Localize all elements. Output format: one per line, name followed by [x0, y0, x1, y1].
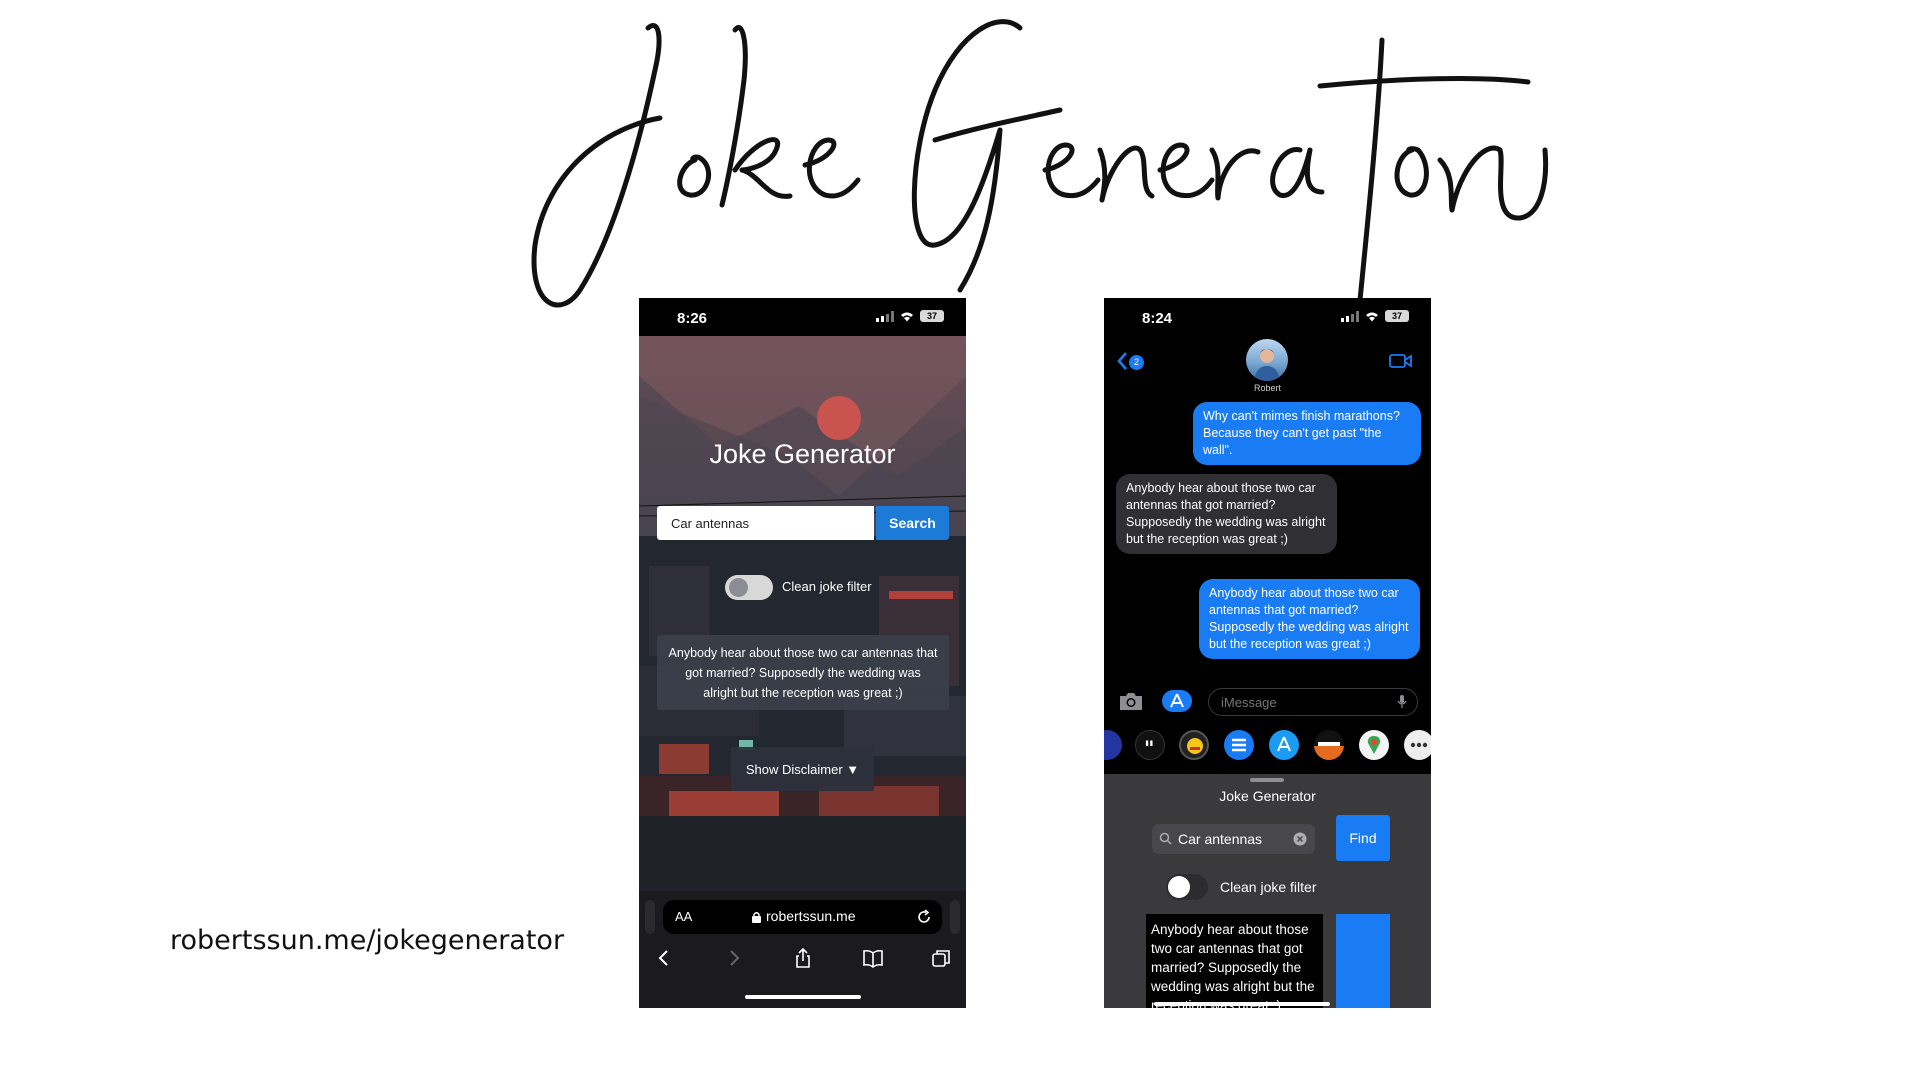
imessage-app-drawer: ": [1104, 726, 1431, 768]
lists-app-icon[interactable]: [1224, 730, 1254, 760]
search-icon: [1159, 832, 1172, 845]
home-indicator: [1154, 1002, 1330, 1006]
send-joke-button[interactable]: [1336, 914, 1390, 1008]
website-caption: robertssun.me/jokegenerator: [170, 925, 565, 956]
toggle-knob: [1168, 876, 1190, 898]
tabs-icon[interactable]: [930, 947, 952, 969]
title-letter-o2: [1394, 146, 1429, 198]
previous-tab-peek[interactable]: [645, 900, 655, 934]
joke-search-input[interactable]: [657, 506, 874, 540]
status-time: 8:24: [1142, 310, 1173, 327]
maps-app-icon[interactable]: [1359, 730, 1389, 760]
pixel-city-background: [639, 336, 966, 891]
conversation-header: 2 Robert: [1104, 336, 1431, 398]
app-store-drawer-icon[interactable]: [1162, 690, 1192, 712]
extension-search-value: Car antennas: [1178, 831, 1263, 847]
status-bar: 8:24 37: [1104, 298, 1431, 336]
forward-icon[interactable]: [723, 947, 745, 969]
web-app-phone-screenshot: 8:26 37 Joke Generator Car antennas Sear…: [639, 298, 966, 1008]
extension-search-field[interactable]: Car antennas: [1152, 824, 1315, 854]
lock-icon: [752, 912, 761, 923]
unread-count-badge[interactable]: 2: [1129, 355, 1144, 370]
show-disclaimer-button[interactable]: Show Disclaimer ▼: [731, 747, 874, 791]
contact-name[interactable]: Robert: [1104, 383, 1431, 393]
contact-avatar[interactable]: [1246, 339, 1288, 381]
next-tab-peek[interactable]: [950, 900, 960, 934]
camera-icon[interactable]: [1118, 691, 1144, 711]
joke-result-card: Anybody hear about those two car antenna…: [657, 635, 949, 710]
clear-icon[interactable]: [1293, 832, 1307, 846]
microphone-icon[interactable]: [1397, 694, 1407, 709]
quotes-app-icon[interactable]: ": [1135, 730, 1165, 760]
title-letter-r: [1209, 147, 1261, 201]
imessage-input[interactable]: [1208, 688, 1418, 716]
battery-icon: 37: [1385, 310, 1409, 322]
title-letter-e: [802, 137, 861, 199]
clean-filter-label: Clean joke filter: [782, 579, 872, 594]
app-store-icon[interactable]: [1269, 730, 1299, 760]
address-bar[interactable]: AA robertssun.me: [663, 900, 942, 934]
title-letter-a: [1270, 147, 1325, 198]
emoji-app-icon[interactable]: [1179, 730, 1209, 760]
text-size-button[interactable]: AA: [675, 909, 692, 924]
sent-message-bubble[interactable]: Why can't mimes finish marathons? Becaus…: [1193, 402, 1421, 465]
title-letter-g: [911, 19, 1063, 293]
more-apps-icon[interactable]: [1404, 730, 1431, 760]
chevron-left-icon[interactable]: [1116, 351, 1128, 371]
title-letter-o: [677, 154, 712, 198]
clean-filter-toggle[interactable]: [725, 575, 773, 600]
joke-generator-extension-panel: Joke Generator Car antennas Find Clean j…: [1104, 774, 1431, 1008]
share-icon[interactable]: [792, 947, 814, 969]
title-letter-k: [719, 25, 793, 208]
title-letter-n: [1097, 145, 1155, 203]
battery-icon: 37: [920, 310, 944, 322]
title-letter-e3: [1157, 142, 1215, 199]
status-bar: 8:26 37: [639, 298, 966, 336]
imessage-phone-screenshot: 8:24 37 2 Robert Why can't mimes finish …: [1104, 298, 1431, 1008]
clean-filter-label: Clean joke filter: [1220, 879, 1317, 895]
title-letter-r2: [1437, 145, 1549, 221]
search-button[interactable]: Search: [876, 506, 949, 540]
wifi-icon: [1366, 312, 1378, 321]
status-time: 8:26: [677, 310, 708, 327]
discover-app-icon[interactable]: [1314, 730, 1344, 760]
title-letter-e2: [1042, 142, 1101, 199]
bookmarks-icon[interactable]: [862, 947, 884, 969]
safari-toolbar: AA robertssun.me: [639, 891, 966, 1008]
page-title: [531, 19, 1549, 308]
video-call-icon[interactable]: [1389, 353, 1413, 369]
compose-bar: [1104, 681, 1431, 721]
panel-grabber[interactable]: [1250, 778, 1284, 782]
received-message-bubble[interactable]: Anybody hear about those two car antenna…: [1116, 474, 1337, 554]
extension-joke-result[interactable]: Anybody hear about those two car antenna…: [1146, 914, 1323, 1008]
clean-filter-toggle[interactable]: [1166, 874, 1208, 900]
cellular-signal-icon: [1341, 310, 1359, 322]
toggle-knob: [729, 578, 748, 597]
reload-icon[interactable]: [916, 909, 932, 925]
wifi-icon: [901, 312, 913, 321]
sent-message-bubble[interactable]: Anybody hear about those two car antenna…: [1199, 579, 1420, 659]
cellular-signal-icon: [876, 310, 894, 322]
url-text: robertssun.me: [766, 908, 856, 924]
svg-text:": ": [1144, 736, 1154, 760]
title-letter-j: [531, 23, 663, 308]
globe-app-icon[interactable]: [1104, 730, 1122, 760]
web-app-title: Joke Generator: [709, 439, 896, 469]
back-icon[interactable]: [653, 947, 675, 969]
home-indicator: [745, 995, 861, 999]
extension-title: Joke Generator: [1219, 788, 1316, 804]
find-button[interactable]: Find: [1336, 815, 1390, 861]
